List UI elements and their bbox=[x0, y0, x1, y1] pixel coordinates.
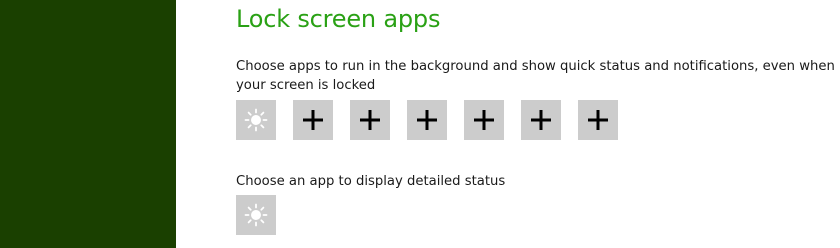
app-slot-weather[interactable] bbox=[236, 100, 276, 140]
detailed-status-label: Choose an app to display detailed status bbox=[236, 174, 506, 189]
plus-icon bbox=[474, 110, 494, 130]
lock-screen-apps-description: Choose apps to run in the background and… bbox=[236, 59, 835, 93]
weather-sun-icon bbox=[244, 203, 268, 227]
settings-window: Lock screen apps Choose apps to run in t… bbox=[0, 0, 840, 248]
app-slot-add-4[interactable] bbox=[464, 100, 504, 140]
app-slot-add-3[interactable] bbox=[407, 100, 447, 140]
app-slot-add-6[interactable] bbox=[578, 100, 618, 140]
plus-icon bbox=[417, 110, 437, 130]
app-slot-add-5[interactable] bbox=[521, 100, 561, 140]
sidebar-panel bbox=[0, 0, 176, 248]
detailed-status-app-slot[interactable] bbox=[236, 195, 276, 235]
app-slot-add-1[interactable] bbox=[293, 100, 333, 140]
weather-sun-icon bbox=[244, 108, 268, 132]
plus-icon bbox=[588, 110, 608, 130]
plus-icon bbox=[531, 110, 551, 130]
page-title: Lock screen apps bbox=[236, 5, 441, 33]
plus-icon bbox=[360, 110, 380, 130]
app-slot-add-2[interactable] bbox=[350, 100, 390, 140]
plus-icon bbox=[303, 110, 323, 130]
